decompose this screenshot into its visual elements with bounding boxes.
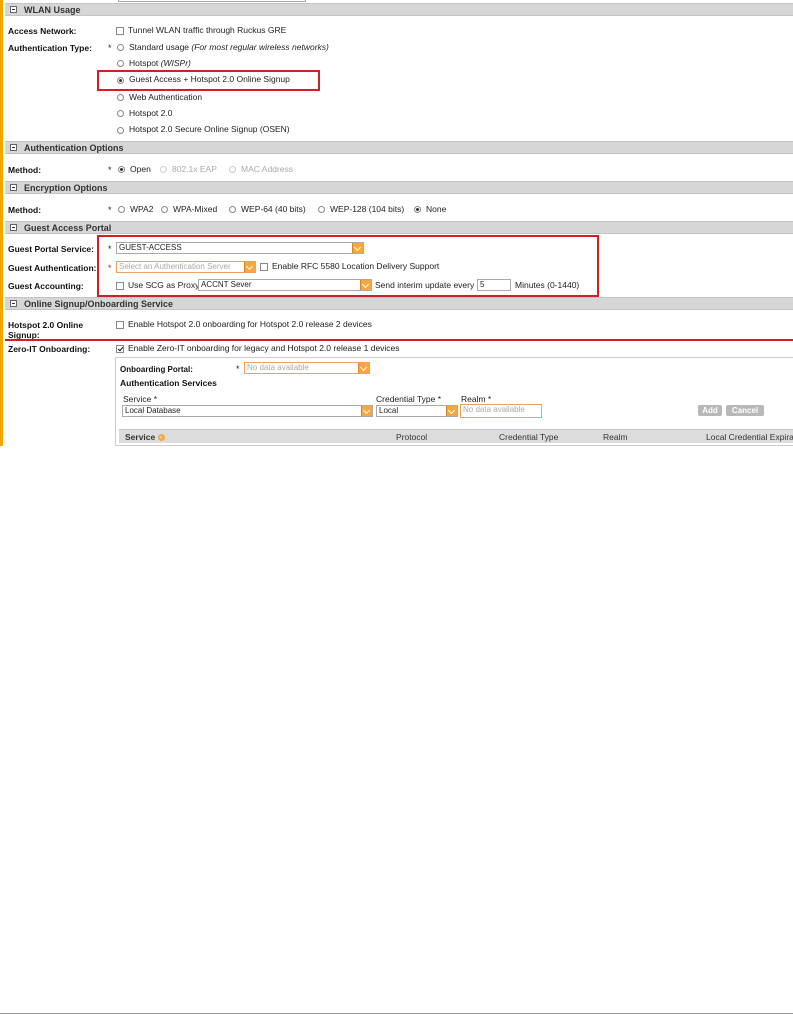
tunnel-gre-label: Tunnel WLAN traffic through Ruckus GRE [128,25,287,35]
chevron-down-icon[interactable] [361,406,372,416]
select-value: Local Database [125,406,181,415]
required-mark: * [108,205,112,215]
highlight-guest-portal [97,235,599,297]
section-title: Online Signup/Onboarding Service [24,299,174,309]
col-header-protocol[interactable]: Protocol [396,432,427,442]
select-placeholder: No data available [247,363,309,372]
hs20-onboarding-checkbox[interactable] [116,321,124,329]
guest-accounting-label: Guest Accounting: [8,281,84,291]
enc-wep64-radio[interactable] [229,206,236,213]
col-header-credential-type[interactable]: Credential Type [499,432,558,442]
section-title: Authentication Options [24,143,124,153]
web-auth-option: Web Authentication [129,92,203,102]
auth-8021x-radio[interactable] [160,166,167,173]
hotspot-option: Hotspot (WISPr) [129,58,191,68]
select-value: Local [379,406,399,415]
enc-wpamixed-radio[interactable] [161,206,168,213]
collapse-icon[interactable] [10,224,17,231]
osen-option: Hotspot 2.0 Secure Online Signup (OSEN) [129,124,290,134]
chevron-down-icon[interactable] [358,363,369,373]
hs20-signup-label: Hotspot 2.0 Online Signup: [8,320,84,340]
collapse-icon[interactable] [10,184,17,191]
col-header-service[interactable]: Service [125,432,166,442]
enc-wpamixed-option: WPA-Mixed [173,204,218,214]
access-network-label: Access Network: [8,26,77,36]
collapse-icon[interactable] [10,6,17,13]
auth-method-label: Method: [8,165,42,175]
section-title: Encryption Options [24,183,108,193]
hotspot20-radio[interactable] [117,110,124,117]
guest-portal-service-label: Guest Portal Service: [8,244,94,254]
enc-none-option: None [426,204,447,214]
section-header-auth-options[interactable]: Authentication Options [5,141,793,154]
hs20-onboarding-label: Enable Hotspot 2.0 onboarding for Hotspo… [128,319,372,329]
enc-wep128-radio[interactable] [318,206,325,213]
auth-mac-option: MAC Address [241,164,293,174]
enc-wpa2-radio[interactable] [118,206,125,213]
guest-auth-label: Guest Authentication: [8,263,97,273]
highlight-guest-access [97,70,320,91]
enc-wep128-option: WEP-128 (104 bits) [330,204,405,214]
enc-wep64-option: WEP-64 (40 bits) [241,204,306,214]
zeroit-label: Zero-IT Onboarding: [8,344,91,354]
standard-usage-radio[interactable] [117,44,124,51]
section-header-online-signup[interactable]: Online Signup/Onboarding Service [5,297,793,310]
section-header-encryption[interactable]: Encryption Options [5,181,793,194]
auth-mac-radio[interactable] [229,166,236,173]
wlan-config-panel: WLAN Usage Access Network: Tunnel WLAN t… [0,0,793,446]
section-header-guest-portal[interactable]: Guest Access Portal [5,221,793,234]
auth-open-radio[interactable] [118,166,125,173]
hotspot20-option: Hotspot 2.0 [129,108,173,118]
credential-type-select[interactable]: Local [376,405,458,417]
onboarding-portal-label: Onboarding Portal: [120,365,193,374]
zeroit-checkbox[interactable] [116,345,124,353]
tunnel-gre-checkbox[interactable] [116,27,124,35]
required-mark: * [236,364,240,374]
auth-services-table-header: Service Protocol Credential Type Realm L… [119,429,793,443]
standard-usage-option: Standard usage (For most regular wireles… [129,42,329,52]
service-column-label: Service * [123,394,158,404]
realm-input[interactable]: No data available [460,404,542,418]
encryption-method-label: Method: [8,205,42,215]
hotspot-radio[interactable] [117,60,124,67]
required-mark: * [108,43,112,53]
onboarding-portal-select[interactable]: No data available [244,362,370,374]
section-title: WLAN Usage [24,5,81,15]
osen-radio[interactable] [117,127,124,134]
sort-ascending-icon[interactable] [158,434,166,441]
section-title: Guest Access Portal [24,223,112,233]
enc-wpa2-option: WPA2 [130,204,154,214]
highlight-line [5,339,793,341]
add-button[interactable]: Add [698,405,722,416]
auth-open-option: Open [130,164,151,174]
required-mark: * [108,165,112,175]
service-select[interactable]: Local Database [122,405,373,417]
collapse-icon[interactable] [10,144,17,151]
section-header-wlan-usage[interactable]: WLAN Usage [5,3,793,16]
enc-none-radio[interactable] [414,206,421,213]
cancel-button[interactable]: Cancel [726,405,764,416]
auth-services-title: Authentication Services [120,378,217,388]
left-accent-bar [0,0,3,446]
chevron-down-icon[interactable] [446,406,457,416]
col-header-realm[interactable]: Realm [603,432,628,442]
auth-8021x-option: 802.1x EAP [172,164,217,174]
credential-type-column-label: Credential Type * [376,394,442,404]
top-input-edge [118,0,306,2]
zeroit-checkbox-label: Enable Zero-IT onboarding for legacy and… [128,343,400,353]
collapse-icon[interactable] [10,300,17,307]
auth-type-label: Authentication Type: [8,43,92,53]
input-placeholder: No data available [463,405,525,414]
col-header-local-credential-expiration[interactable]: Local Credential Expira [706,432,793,442]
web-auth-radio[interactable] [117,94,124,101]
